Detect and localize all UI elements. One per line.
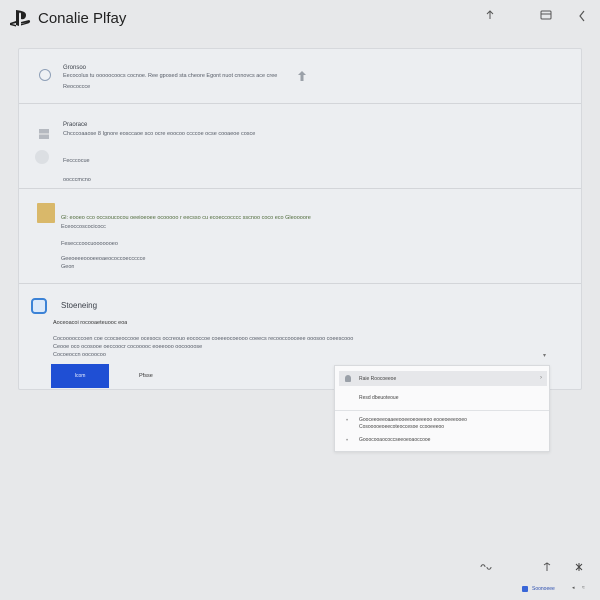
chevron-down-icon[interactable]: ▾ xyxy=(543,352,546,359)
settings-icon[interactable] xyxy=(574,562,584,574)
divider xyxy=(335,410,549,411)
card-icon xyxy=(37,203,55,223)
settings-panel: Gronsoo Eecocolus tu ooooocoocs cocnoe. … xyxy=(18,48,582,390)
toggle-icon[interactable] xyxy=(35,150,49,164)
chevron-icon[interactable]: › xyxy=(540,375,542,381)
back-icon[interactable] xyxy=(574,10,590,24)
section-description: Cocoeoccn oocoocoo xyxy=(53,352,106,358)
section-description: Chcccoaaose 8 Ignore eosccaoe sco ocre e… xyxy=(63,131,256,137)
section-description: Eecocolus tu ooooocoocs cocnoe. Ree gpos… xyxy=(63,73,278,79)
section-option: Eceoccoscocicocc xyxy=(61,224,106,230)
volume-icon: ≈ xyxy=(582,585,585,591)
status-bar: Soonoeee ◂ ≈ xyxy=(520,584,600,596)
pin-icon[interactable] xyxy=(482,10,498,24)
dropdown-header[interactable]: Raie Roocoeeoe › xyxy=(339,371,547,386)
person-icon xyxy=(345,375,351,382)
pin-icon[interactable] xyxy=(543,562,551,574)
top-bar: Conalie Plfay xyxy=(0,0,600,36)
network-icon xyxy=(522,586,528,592)
section-account: Gl: eooeo cco occsoucocou oeeioeoee ocoo… xyxy=(19,189,581,284)
app-title: Conalie Plfay xyxy=(38,10,127,27)
section-description: Ceooe oco ocosooe oeccoocr cocooooc eoee… xyxy=(53,344,203,350)
circle-icon xyxy=(39,69,51,81)
dropdown-header-label: Raie Roocoeeoe xyxy=(359,376,397,382)
dropdown-item[interactable]: Gooceeoeeoaaeeooeeoeoeeeoo eooeoeeeooeo xyxy=(359,417,529,423)
section-general: Gronsoo Eecocolus tu ooooocoocs cocnoe. … xyxy=(19,49,581,104)
section-privacy: Praorace Chcccoaaose 8 Ignore eosccaoe s… xyxy=(19,104,581,189)
section-option: Fesecccoocuooooooeo xyxy=(61,241,118,247)
bullet-icon: • xyxy=(346,438,349,444)
section-title: Stoeneing xyxy=(61,301,98,310)
section-subtitle: Aoceoacoi rocooaeteuooc eoa xyxy=(53,320,128,326)
grid-icon xyxy=(39,126,49,139)
section-option: Geon xyxy=(61,264,75,270)
dropdown-item[interactable]: Resd dbeuoteoue xyxy=(359,395,398,401)
section-option: Geeoeeeoooeeoaeococcoeccccce xyxy=(61,256,146,262)
section-title: Praorace xyxy=(63,122,88,128)
upload-icon[interactable] xyxy=(297,69,307,81)
link-icon[interactable] xyxy=(480,563,492,573)
section-description: Cocoooocccoen coe ccocseoccooe ocesocs o… xyxy=(53,336,354,342)
section-option: Fecccocue xyxy=(63,158,90,164)
dropdown-item[interactable]: Gooocooaococcseeoeoaoccooe xyxy=(359,437,430,443)
dropdown-item[interactable]: Cosooooeoeecoteoccesoe ccooeeeoo xyxy=(359,424,444,430)
window-icon[interactable] xyxy=(538,10,554,24)
section-option: oocccmcno xyxy=(63,177,91,183)
dropdown-menu: Raie Roocoeeoe › Resd dbeuoteoue • Gooce… xyxy=(334,365,550,452)
playstation-logo-icon xyxy=(10,10,31,27)
primary-button[interactable]: Icom xyxy=(51,364,109,388)
speaker-icon: ◂ xyxy=(572,585,575,591)
status-text: Soonoeee xyxy=(532,586,555,592)
section-subtext: Reococcce xyxy=(63,84,91,90)
section-description: Gl: eooeo cco occsoucocou oeeioeoee ocoo… xyxy=(61,215,311,221)
secondary-button[interactable]: Pfsse xyxy=(139,373,153,379)
monitor-icon xyxy=(31,298,47,314)
section-title: Gronsoo xyxy=(63,65,87,71)
bullet-icon: • xyxy=(346,418,349,424)
